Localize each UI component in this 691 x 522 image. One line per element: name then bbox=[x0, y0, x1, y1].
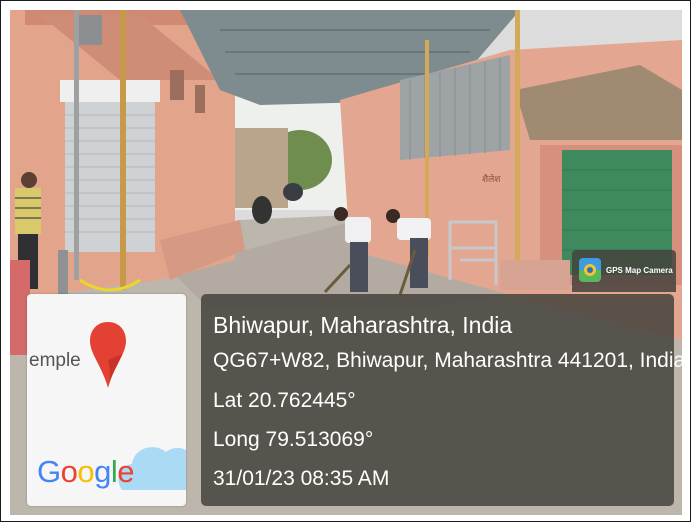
gps-map-camera-badge: GPS Map Camera bbox=[572, 250, 676, 292]
longitude: Long 79.513069° bbox=[213, 428, 374, 451]
google-logo-letter: G bbox=[37, 454, 61, 489]
platform bbox=[500, 260, 570, 290]
ac-unit bbox=[76, 15, 102, 45]
distant-building bbox=[228, 128, 288, 208]
map-place-label: emple bbox=[29, 350, 81, 371]
window bbox=[195, 85, 205, 113]
location-info-panel: Bhiwapur, Maharashtra, India QG67+W82, B… bbox=[201, 294, 685, 506]
yellow-pole bbox=[120, 10, 126, 290]
latitude: Lat 20.762445° bbox=[213, 389, 356, 412]
google-logo-letter: g bbox=[94, 454, 111, 489]
map-pin-icon bbox=[90, 322, 126, 388]
google-logo: Google bbox=[37, 454, 135, 490]
gps-map-camera-icon bbox=[579, 258, 601, 282]
yellow-pole bbox=[515, 10, 520, 270]
map-thumbnail: emple Google bbox=[27, 294, 186, 506]
parked-motorbike bbox=[283, 183, 303, 201]
timestamp: 31/01/23 08:35 AM bbox=[213, 467, 390, 490]
google-logo-letter: e bbox=[117, 454, 135, 489]
google-logo-letter: o bbox=[60, 454, 78, 489]
metal-pipe bbox=[74, 10, 79, 280]
parked-motorbike bbox=[252, 196, 272, 224]
badge-label: GPS Map Camera bbox=[606, 266, 673, 275]
location-address: QG67+W82, Bhiwapur, Maharashtra 441201, … bbox=[213, 349, 686, 372]
wall-sign-text: शैलेश bbox=[482, 173, 501, 185]
google-logo-letter: o bbox=[77, 454, 95, 489]
window bbox=[170, 70, 184, 100]
location-title: Bhiwapur, Maharashtra, India bbox=[213, 312, 513, 338]
water-pipe bbox=[58, 250, 68, 300]
